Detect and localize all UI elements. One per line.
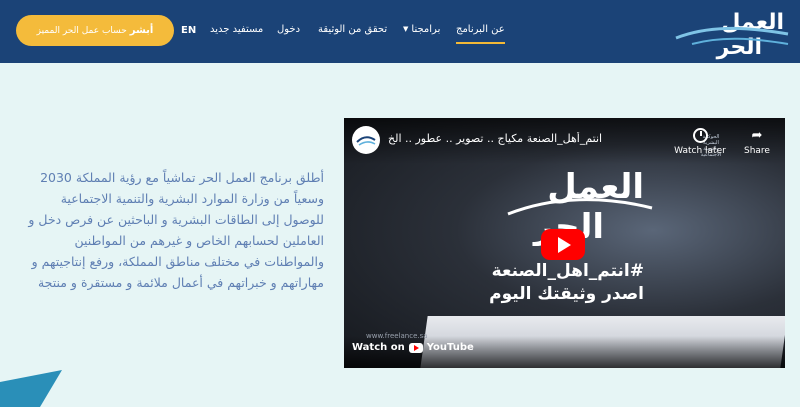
watch-later-button[interactable]: Watch later (674, 128, 726, 156)
site-header: العمل الحر عن البرنامج ▼ برامجنا تحقق من … (0, 0, 800, 63)
nav-new-beneficiary[interactable]: مستفيد جديد (210, 24, 263, 35)
nav-about[interactable]: عن البرنامج (456, 24, 505, 44)
account-button-label: حساب عمل الحر المميز (36, 25, 127, 36)
nav-programs[interactable]: ▼ برامجنا (403, 24, 440, 35)
video-hashtag: #انتم_اهل_الصنعة (491, 261, 644, 281)
channel-avatar[interactable] (352, 126, 380, 154)
channel-logo-icon (356, 136, 376, 146)
program-intro-text: أطلق برنامج العمل الحر تماشياً مع رؤية ا… (28, 170, 324, 290)
youtube-label: YouTube (426, 342, 474, 353)
watch-later-label: Watch later (674, 146, 726, 156)
language-toggle[interactable]: EN (181, 25, 196, 36)
clock-icon (692, 128, 708, 143)
share-icon: ➦ (751, 128, 763, 143)
video-subtitle: اصدر وثيقتك اليوم (489, 284, 644, 304)
premium-account-button[interactable]: حساب عمل الحر المميز أبشر (16, 15, 174, 46)
decorative-corner-shape (0, 370, 62, 407)
share-button[interactable]: ➦ Share (737, 128, 777, 156)
nav-login[interactable]: دخول (277, 24, 300, 35)
youtube-icon (408, 342, 423, 353)
share-label: Share (744, 146, 770, 156)
watch-on-youtube-link[interactable]: Watch on YouTube (352, 342, 474, 353)
play-button[interactable] (541, 229, 585, 260)
video-player[interactable]: انتم_أهل_الصنعة مكياج .. تصوير .. عطور .… (344, 118, 785, 368)
video-title[interactable]: انتم_أهل_الصنعة مكياج .. تصوير .. عطور .… (388, 132, 628, 145)
freelance-logo[interactable]: العمل الحر (672, 4, 790, 60)
nav-programs-label: برامجنا (411, 24, 441, 35)
absher-badge: أبشر (129, 25, 154, 36)
watch-on-label: Watch on (352, 342, 405, 353)
nav-verify-document[interactable]: تحقق من الوثيقة (318, 24, 387, 35)
chevron-down-icon: ▼ (403, 25, 409, 33)
